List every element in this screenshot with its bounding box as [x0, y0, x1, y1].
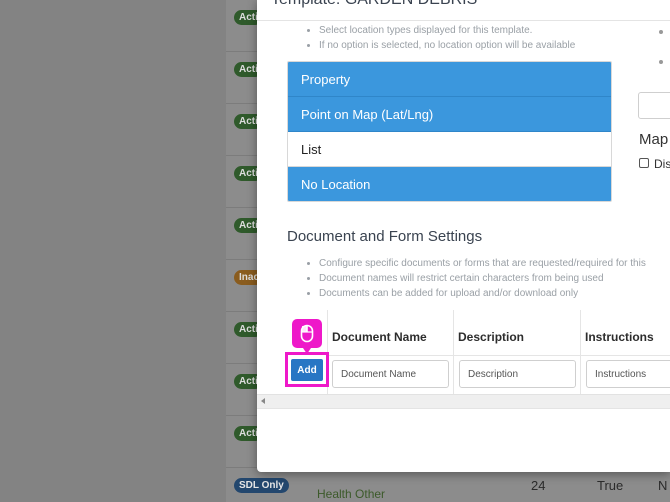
template-modal: Template: GARDEN DEBRIS Select location … — [257, 0, 670, 472]
map-label: Map — [639, 131, 669, 148]
background-row: SDL Only 24 True N Health Other — [226, 468, 670, 502]
location-option-point-on-map[interactable]: Point on Map (Lat/Lng) — [288, 97, 611, 132]
column-header-instructions: Instructions — [585, 330, 654, 344]
description-input[interactable] — [459, 360, 576, 388]
location-option-no-location[interactable]: No Location — [288, 167, 611, 201]
divider — [257, 20, 670, 21]
location-type-list: Property Point on Map (Lat/Lng) List No … — [287, 61, 612, 202]
map-input[interactable] — [638, 92, 670, 119]
location-option-property[interactable]: Property — [288, 62, 611, 97]
horizontal-scrollbar[interactable] — [257, 394, 670, 408]
hint-text: Documents can be added for upload and/or… — [319, 286, 646, 301]
divider — [257, 408, 670, 409]
display-checkbox[interactable] — [639, 158, 649, 168]
scroll-left-icon[interactable] — [261, 398, 265, 404]
status-badge: SDL Only — [234, 478, 289, 493]
column-header-document-name: Document Name — [332, 330, 427, 344]
mouse-icon — [300, 324, 314, 343]
row-category: Health Other — [317, 487, 386, 501]
location-option-list[interactable]: List — [288, 132, 611, 167]
hint-text: Document names will restrict certain cha… — [319, 271, 646, 286]
mouse-click-indicator — [292, 319, 322, 354]
modal-title: Template: GARDEN DEBRIS — [271, 0, 477, 9]
add-document-button[interactable]: Add — [291, 359, 323, 381]
bullet-dot — [659, 30, 663, 34]
hint-text: Select location types displayed for this… — [319, 23, 575, 38]
location-hints: Select location types displayed for this… — [309, 23, 575, 53]
document-name-input[interactable] — [332, 360, 449, 388]
column-header-description: Description — [458, 330, 525, 344]
instructions-input[interactable] — [586, 360, 670, 388]
row-separator — [287, 355, 670, 356]
document-table: Document Name Description Instructions — [287, 310, 670, 395]
display-checkbox-label: Dis — [654, 157, 670, 171]
column-separator — [453, 310, 454, 395]
hint-text: If no option is selected, no location op… — [319, 38, 575, 53]
row-value: True — [597, 478, 624, 493]
hint-text: Configure specific documents or forms th… — [319, 256, 646, 271]
background-sidebar — [0, 0, 226, 502]
row-extra: N — [658, 478, 668, 493]
document-hints: Configure specific documents or forms th… — [309, 256, 646, 301]
document-section-title: Document and Form Settings — [287, 228, 483, 245]
row-number: 24 — [531, 478, 546, 493]
bullet-dot — [659, 60, 663, 64]
column-separator — [580, 310, 581, 395]
